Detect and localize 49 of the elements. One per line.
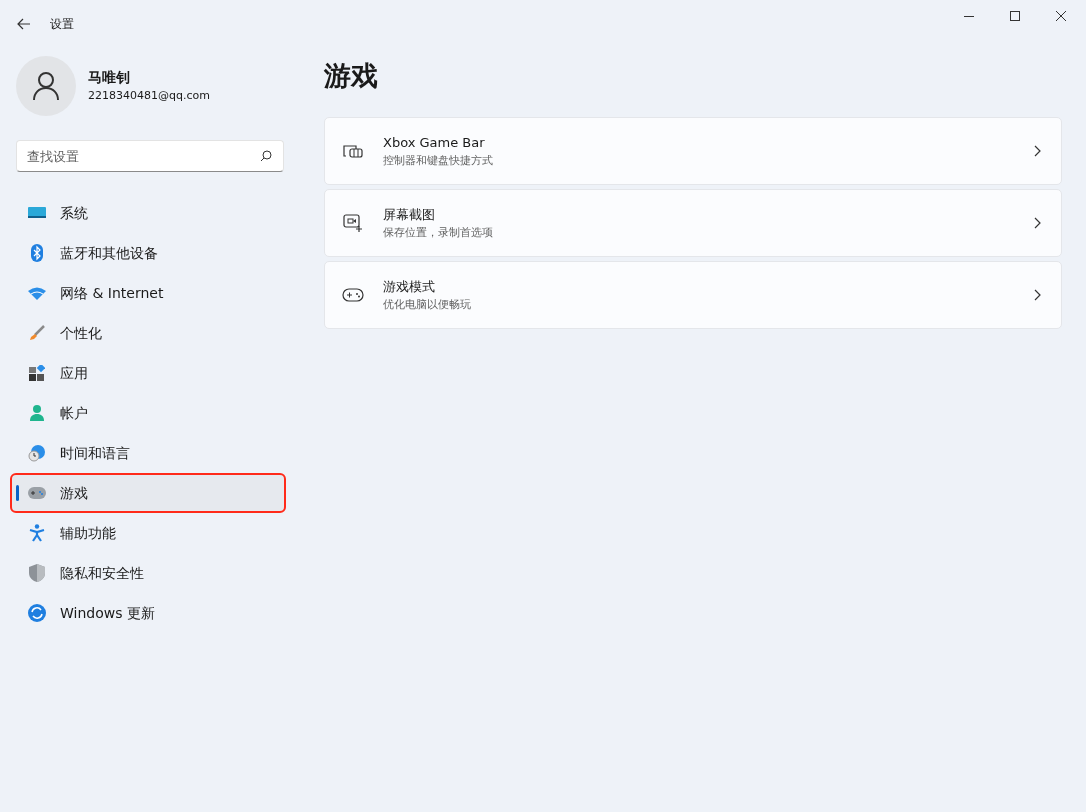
settings-card[interactable]: 游戏模式 优化电脑以便畅玩 bbox=[324, 261, 1062, 329]
wifi-icon bbox=[28, 286, 46, 300]
shield-icon bbox=[28, 564, 46, 582]
card-subtitle: 保存位置，录制首选项 bbox=[383, 224, 494, 241]
card-title: Xbox Game Bar bbox=[383, 134, 486, 152]
close-icon bbox=[1056, 11, 1066, 21]
paintbrush-icon bbox=[28, 325, 46, 341]
search-icon bbox=[260, 150, 272, 162]
chevron-right-icon bbox=[1034, 145, 1041, 157]
person-icon bbox=[32, 71, 60, 101]
search-field[interactable]: 查找设置 bbox=[16, 140, 284, 172]
nav-item[interactable]: 系统 bbox=[12, 195, 284, 231]
card-subtitle: 控制器和键盘快捷方式 bbox=[383, 152, 494, 169]
user-email: 2218340481@qq.com bbox=[88, 88, 210, 105]
gamepad-icon bbox=[28, 487, 46, 499]
nav-item[interactable]: 个性化 bbox=[12, 315, 284, 351]
card-title: 游戏模式 bbox=[383, 278, 436, 296]
nav-item[interactable]: 游戏 bbox=[12, 475, 284, 511]
nav-item[interactable]: 网络 & Internet bbox=[12, 275, 284, 311]
chevron-right-icon bbox=[1034, 217, 1041, 229]
bluetooth-icon bbox=[28, 244, 46, 262]
maximize-icon bbox=[1010, 11, 1020, 21]
card-title: 屏幕截图 bbox=[383, 206, 436, 224]
user-name: 马唯钊 bbox=[88, 68, 131, 88]
accessibility-icon bbox=[28, 524, 46, 542]
apps-icon bbox=[28, 365, 46, 381]
nav-item[interactable]: 帐户 bbox=[12, 395, 284, 431]
settings-card[interactable]: 屏幕截图 保存位置，录制首选项 bbox=[324, 189, 1062, 257]
page-title: 游戏 bbox=[324, 59, 379, 93]
card-subtitle: 优化电脑以便畅玩 bbox=[383, 296, 472, 313]
nav-item[interactable]: 辅助功能 bbox=[12, 515, 284, 551]
capture-icon bbox=[342, 214, 364, 232]
monitor-icon bbox=[28, 206, 46, 220]
selection-indicator bbox=[16, 485, 19, 501]
nav-item[interactable]: Windows 更新 bbox=[12, 595, 284, 631]
chevron-right-icon bbox=[1034, 289, 1041, 301]
person-icon bbox=[28, 405, 46, 421]
gamepad-icon bbox=[342, 288, 364, 302]
window-title: 设置 bbox=[50, 16, 74, 33]
back-arrow-icon bbox=[17, 18, 31, 30]
settings-card[interactable]: Xbox Game Bar 控制器和键盘快捷方式 bbox=[324, 117, 1062, 185]
nav-item[interactable]: 隐私和安全性 bbox=[12, 555, 284, 591]
minimize-icon bbox=[964, 15, 974, 17]
nav-item[interactable]: 应用 bbox=[12, 355, 284, 391]
refresh-icon bbox=[28, 604, 46, 622]
nav-item[interactable]: 蓝牙和其他设备 bbox=[12, 235, 284, 271]
nav-item[interactable]: 时间和语言 bbox=[12, 435, 284, 471]
globe-clock-icon bbox=[28, 444, 46, 462]
screen-icon bbox=[342, 143, 364, 159]
